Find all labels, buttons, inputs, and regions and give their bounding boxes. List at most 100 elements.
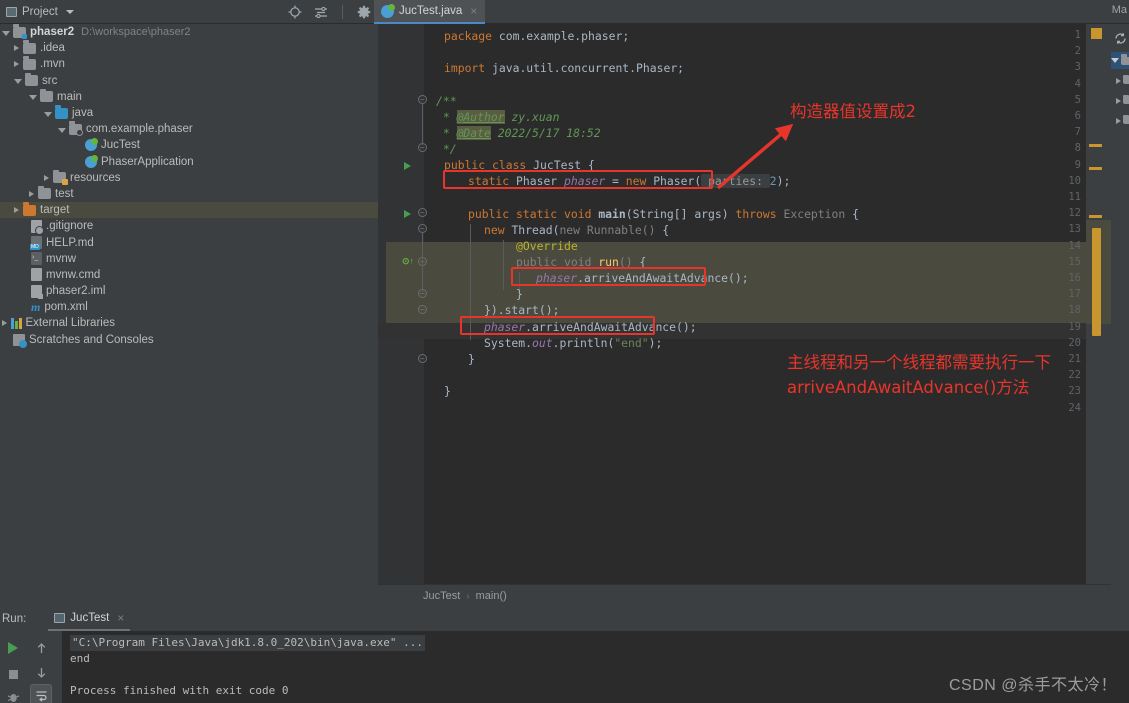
- tree-item-label: target: [40, 204, 70, 217]
- tree-item-gitignore[interactable]: .gitignore: [0, 218, 378, 235]
- tree-item-scratches[interactable]: Scratches and Consoles: [0, 332, 378, 348]
- maven-child-node[interactable]: [1111, 72, 1129, 89]
- console-line: "C:\Program Files\Java\jdk1.8.0_202\bin\…: [70, 635, 425, 651]
- tree-item-resources[interactable]: resources: [0, 169, 378, 186]
- twisty-closed-icon[interactable]: [14, 45, 19, 52]
- collapse-all-icon[interactable]: [314, 5, 328, 19]
- project-tree-panel[interactable]: phaser2 D:\workspace\phaser2 .idea .mvn …: [0, 24, 378, 607]
- twisty-open-icon[interactable]: [44, 111, 52, 117]
- run-tool-window[interactable]: Run: JucTest × "C:\Program Files\Java\jd…: [0, 607, 1129, 703]
- tree-item-java[interactable]: java: [0, 105, 378, 121]
- breadcrumb-method[interactable]: main(): [476, 590, 507, 602]
- folder-icon: [1122, 114, 1129, 124]
- warning-marker[interactable]: [1091, 28, 1102, 39]
- fold-region-line: [422, 103, 423, 145]
- change-marker[interactable]: [1089, 215, 1102, 218]
- tree-item-label: JucTest: [101, 139, 140, 152]
- tree-item-phaser2[interactable]: phaser2 D:\workspace\phaser2: [0, 24, 378, 40]
- run-side-toolbar[interactable]: [0, 631, 62, 703]
- tree-item-label: mvnw: [46, 252, 77, 265]
- folder-icon: [23, 40, 36, 54]
- shell-file-icon: [31, 252, 42, 266]
- scroll-up-icon[interactable]: [30, 637, 52, 659]
- run-class-icon[interactable]: [404, 162, 411, 170]
- tree-item-src[interactable]: src: [0, 72, 378, 89]
- maven-panel-label[interactable]: Ma: [1112, 4, 1127, 16]
- twisty-closed-icon[interactable]: [14, 61, 19, 68]
- twisty-closed-icon[interactable]: [14, 207, 19, 214]
- maven-root-node[interactable]: [1110, 52, 1129, 69]
- ide-window: Project JucTest.java × Ma phaser2 D:\wor…: [0, 0, 1129, 703]
- twisty-closed-icon[interactable]: [2, 320, 7, 327]
- tree-item-mvn[interactable]: .mvn: [0, 56, 378, 72]
- stop-icon[interactable]: [2, 663, 24, 685]
- tree-item-juctest[interactable]: JucTest: [0, 137, 378, 153]
- maven-reload-icon[interactable]: [1111, 30, 1129, 47]
- run-config-icon: [54, 613, 66, 623]
- tree-item-label: src: [42, 74, 58, 87]
- tree-item-phaserapplication[interactable]: PhaserApplication: [0, 154, 378, 170]
- java-class-icon: [381, 3, 395, 18]
- rerun-icon[interactable]: [2, 637, 24, 659]
- editor-scrollbar-thumb[interactable]: [1092, 228, 1101, 336]
- code-text[interactable]: package com.example.phaser; import java.…: [424, 24, 1111, 584]
- breadcrumb-separator-icon: ›: [466, 590, 470, 602]
- tree-item-label: test: [55, 187, 74, 200]
- twisty-open-icon[interactable]: [2, 30, 10, 36]
- crosshair-icon[interactable]: [288, 5, 302, 19]
- tree-item-mvnw-cmd[interactable]: mvnw.cmd: [0, 267, 378, 283]
- tree-item-label: com.example.phaser: [86, 123, 193, 136]
- debug-icon[interactable]: [2, 686, 24, 703]
- run-tab-juctest[interactable]: JucTest ×: [48, 607, 131, 631]
- tree-item-phaser2-iml[interactable]: phaser2.iml: [0, 283, 378, 299]
- soft-wrap-icon[interactable]: [30, 684, 52, 703]
- fold-region-line: [422, 232, 423, 292]
- csdn-watermark: CSDN @杀手不太冷！: [948, 677, 1117, 694]
- tree-item-label: main: [57, 90, 82, 103]
- maven-tool-panel[interactable]: [1110, 24, 1129, 607]
- tree-item-help-md[interactable]: HELP.md: [0, 234, 378, 251]
- editor-tab-label: JucTest.java: [399, 5, 463, 17]
- maven-child-node[interactable]: [1111, 92, 1129, 109]
- tree-item-label: phaser2.iml: [46, 285, 106, 298]
- tree-item-main[interactable]: main: [0, 88, 378, 105]
- libraries-icon: [11, 317, 22, 330]
- run-method-icon[interactable]: [404, 210, 411, 218]
- code-editor[interactable]: 1 2 3 4 5 6 7 8 9 10 11 12 13 14 15 16 1…: [378, 24, 1111, 584]
- change-marker[interactable]: [1089, 167, 1102, 170]
- folder-icon: [25, 72, 38, 87]
- twisty-open-icon[interactable]: [14, 79, 22, 85]
- change-marker[interactable]: [1089, 144, 1102, 147]
- tree-item-label: Scratches and Consoles: [29, 333, 154, 346]
- top-toolbar: Project JucTest.java × Ma: [0, 0, 1129, 24]
- tree-item-pom-xml[interactable]: m pom.xml: [0, 299, 378, 315]
- tree-item-package[interactable]: com.example.phaser: [0, 121, 378, 137]
- maven-child-node[interactable]: [1111, 112, 1129, 129]
- tree-item-idea[interactable]: .idea: [0, 40, 378, 56]
- tree-item-mvnw[interactable]: mvnw: [0, 251, 378, 267]
- twisty-open-icon[interactable]: [29, 95, 37, 101]
- tree-item-label: .mvn: [40, 58, 65, 71]
- twisty-closed-icon[interactable]: [29, 190, 34, 197]
- twisty-closed-icon[interactable]: [44, 174, 49, 181]
- close-icon[interactable]: ×: [117, 611, 124, 625]
- tree-item-external-libraries[interactable]: External Libraries: [0, 315, 378, 331]
- gear-icon[interactable]: [357, 5, 371, 19]
- tree-item-target[interactable]: target: [0, 202, 378, 219]
- run-panel-header: Run: JucTest ×: [0, 607, 1129, 631]
- project-panel-title[interactable]: Project: [0, 0, 74, 24]
- tree-item-test[interactable]: test: [0, 185, 378, 202]
- editor-tab-juctest[interactable]: JucTest.java ×: [374, 0, 486, 24]
- chevron-down-icon[interactable]: [65, 9, 74, 14]
- close-icon[interactable]: ×: [470, 4, 477, 18]
- module-folder-icon: [13, 24, 27, 39]
- breadcrumb[interactable]: JucTest › main(): [378, 584, 1111, 607]
- scroll-down-icon[interactable]: [30, 661, 52, 683]
- editor-marker-column[interactable]: [1086, 24, 1111, 584]
- breadcrumb-class[interactable]: JucTest: [423, 590, 460, 602]
- scratches-icon: [13, 333, 27, 348]
- package-icon: [69, 121, 83, 136]
- override-marker-icon[interactable]: ⊙↑: [402, 256, 414, 267]
- markdown-file-icon: [30, 236, 42, 251]
- twisty-open-icon[interactable]: [58, 127, 66, 133]
